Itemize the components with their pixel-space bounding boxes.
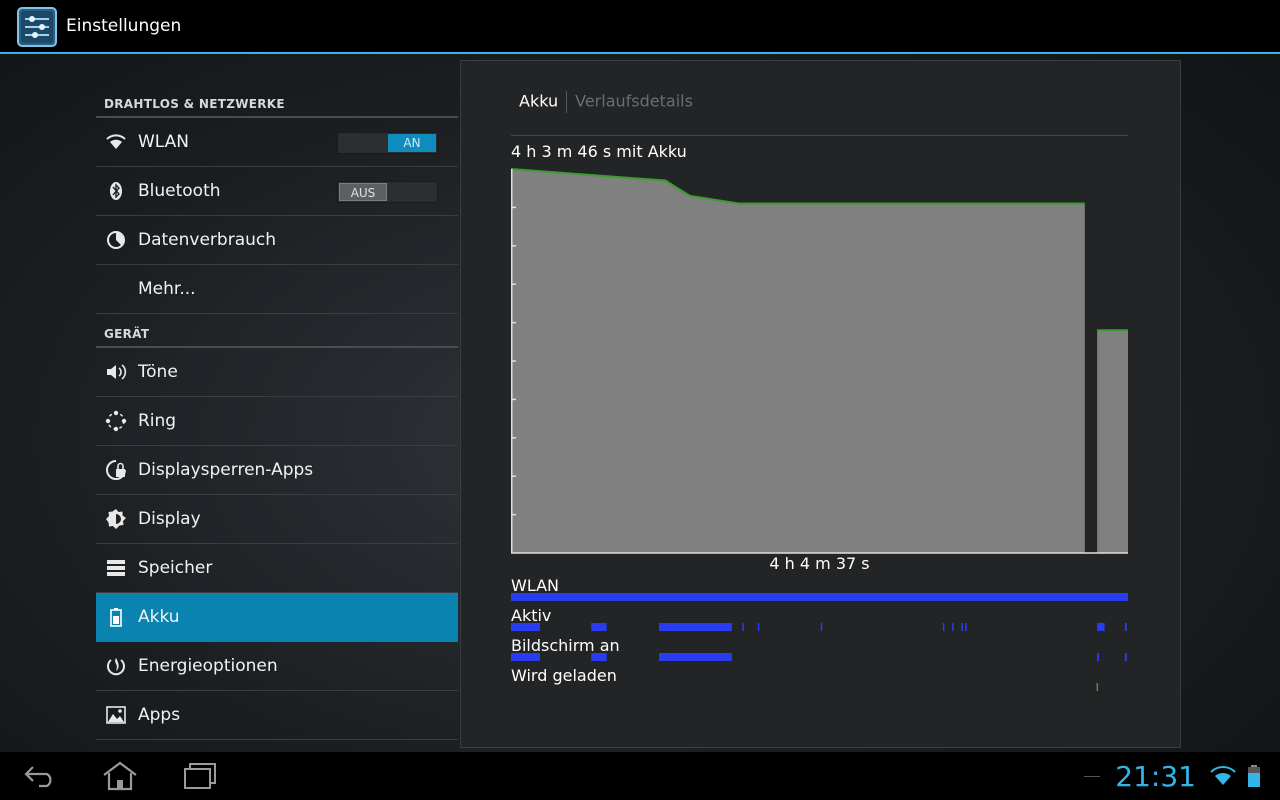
settings-list: DRAHTLOS & NETZWERKE WLAN AN Bluetooth A… (96, 84, 458, 740)
section-header-device: GERÄT (96, 314, 458, 348)
track-segment-active (757, 623, 760, 631)
track-segment-screen_on (1097, 653, 1100, 661)
track-segment-active (742, 623, 744, 631)
wlan-toggle[interactable]: AN (337, 132, 438, 154)
section-header-wireless: DRAHTLOS & NETZWERKE (96, 84, 458, 118)
display-label: Display (138, 509, 201, 529)
settings-sliders-icon[interactable] (16, 6, 58, 48)
list-item-bluetooth[interactable]: Bluetooth AUS (96, 167, 458, 216)
lock-icon (105, 459, 127, 481)
list-item-apps[interactable]: Apps (96, 691, 458, 740)
track-segment-active (961, 623, 963, 631)
status-separator (1084, 776, 1100, 777)
navigation-bar: 21:31 (0, 752, 1280, 800)
battery-level-area-0 (511, 169, 1085, 553)
bluetooth-label: Bluetooth (138, 181, 221, 201)
total-time-label: 4 h 4 m 37 s (769, 554, 870, 573)
track-segment-active (511, 623, 540, 631)
battery-status-icon (1247, 764, 1261, 792)
power-icon (105, 655, 127, 677)
track-segment-active (952, 623, 954, 631)
track-segment-active (1097, 623, 1105, 631)
track-segment-active (820, 623, 823, 631)
battery-icon (105, 606, 127, 628)
list-item-battery[interactable]: Akku (96, 593, 458, 642)
track-segment-screen_on (1124, 653, 1127, 661)
apps-icon (105, 704, 127, 726)
apps-label: Apps (138, 705, 181, 725)
power-label: Energieoptionen (138, 656, 278, 676)
back-icon[interactable] (10, 758, 70, 794)
track-segment-screen_on (591, 653, 607, 661)
wlan-toggle-state: AN (388, 134, 436, 152)
track-segment-wlan (511, 593, 1128, 601)
list-item-sound[interactable]: Töne (96, 348, 458, 397)
battery-tracks (511, 593, 1128, 691)
battery-duration: 4 h 3 m 46 s mit Akku (511, 142, 687, 161)
battery-history-chart (511, 165, 1128, 555)
list-item-power[interactable]: Energieoptionen (96, 642, 458, 691)
app-title: Einstellungen (66, 16, 182, 36)
storage-label: Speicher (138, 558, 213, 578)
wlan-label: WLAN (138, 132, 190, 152)
battery-panel: Akku Verlaufsdetails 4 h 3 m 46 s mit Akk… (460, 60, 1181, 748)
battery-label: Akku (138, 607, 180, 627)
sound-label: Töne (138, 362, 178, 382)
list-item-wlan[interactable]: WLAN AN (96, 118, 458, 167)
empty-icon-slot (105, 278, 127, 300)
track-segment-charging (1096, 683, 1099, 691)
track-segment-active (659, 623, 732, 631)
bluetooth-toggle-state: AUS (339, 183, 387, 201)
list-item-ring[interactable]: Ring (96, 397, 458, 446)
lockscreen-label: Displaysperren-Apps (138, 460, 314, 480)
speaker-icon (105, 361, 127, 383)
track-segment-screen_on (659, 653, 732, 661)
brightness-icon (105, 508, 127, 530)
battery-level-area-1 (1097, 330, 1128, 553)
tab-battery[interactable]: Akku (519, 92, 558, 111)
ring-icon (105, 410, 127, 432)
panel-tabs: Akku Verlaufsdetails (519, 91, 693, 113)
wifi-icon (105, 131, 127, 153)
list-item-more[interactable]: Mehr... (96, 265, 458, 314)
tabs-divider (511, 135, 1128, 136)
track-segment-active (591, 623, 607, 631)
track-segment-active (965, 623, 967, 631)
home-icon[interactable] (90, 758, 150, 794)
data-usage-label: Datenverbrauch (138, 230, 277, 250)
bluetooth-icon (105, 180, 127, 202)
track-segment-active (942, 623, 945, 631)
list-item-storage[interactable]: Speicher (96, 544, 458, 593)
recent-apps-icon[interactable] (170, 758, 230, 794)
track-segment-screen_on (511, 653, 540, 661)
ring-label: Ring (138, 411, 177, 431)
more-label: Mehr... (138, 279, 196, 299)
tab-separator (566, 91, 568, 113)
tab-history-details[interactable]: Verlaufsdetails (575, 92, 693, 111)
data-usage-icon (105, 229, 127, 251)
wifi-status-icon (1210, 766, 1236, 790)
list-item-lockscreen[interactable]: Displaysperren-Apps (96, 446, 458, 495)
status-clock: 21:31 (1115, 760, 1196, 793)
storage-icon (105, 557, 127, 579)
list-item-data-usage[interactable]: Datenverbrauch (96, 216, 458, 265)
bluetooth-toggle[interactable]: AUS (337, 181, 438, 203)
track-segment-active (1124, 623, 1127, 631)
list-item-display[interactable]: Display (96, 495, 458, 544)
action-bar: Einstellungen (0, 0, 1280, 54)
